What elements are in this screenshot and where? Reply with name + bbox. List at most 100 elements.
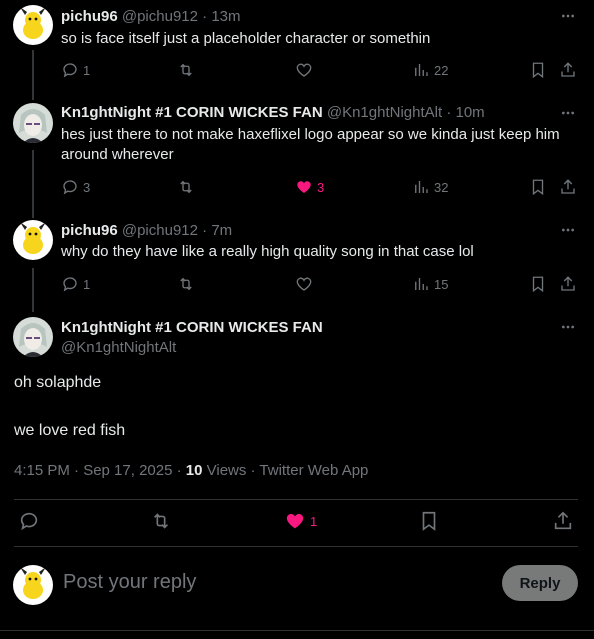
timestamp[interactable]: · 10m [446, 104, 484, 121]
post-text: so is face itself just a placeholder cha… [61, 30, 431, 47]
pichu-avatar-icon [13, 565, 53, 605]
handle[interactable]: @pichu912 [122, 8, 198, 25]
share-button[interactable] [559, 177, 577, 197]
composer-avatar[interactable] [13, 565, 53, 605]
pichu-avatar-icon [13, 220, 53, 260]
action-bar: 3 3 32 [61, 177, 581, 197]
view-count: 32 [434, 179, 449, 195]
views-count: 10 [185, 462, 203, 479]
repost-button[interactable] [150, 511, 172, 531]
post-timestamp[interactable]: 4:15 PM · Sep 17, 2025 · [14, 462, 186, 479]
views-button[interactable]: 15 [412, 274, 448, 294]
view-count: 15 [434, 276, 449, 292]
heart-filled-icon [295, 178, 313, 196]
knight-avatar-icon [13, 317, 53, 357]
display-name[interactable]: Kn1ghtNight #1 CORIN WICKES FAN [61, 319, 323, 336]
more-options-button[interactable] [558, 317, 578, 337]
share-icon [559, 178, 577, 196]
repost-button[interactable] [177, 274, 195, 294]
main-post-line: we love red fish [14, 422, 126, 439]
share-button[interactable] [552, 511, 574, 531]
repost-button[interactable] [177, 60, 195, 80]
reply-count: 1 [83, 62, 91, 78]
share-button[interactable] [559, 274, 577, 294]
avatar[interactable] [13, 220, 53, 260]
like-count: 1 [310, 513, 318, 529]
display-name[interactable]: pichu96 [61, 222, 118, 239]
reply-input[interactable]: Post your reply [63, 571, 196, 594]
bookmark-button[interactable] [418, 511, 440, 531]
thread-line [32, 150, 34, 218]
handle[interactable]: @pichu912 [122, 222, 198, 239]
repost-icon [177, 275, 195, 293]
action-bar: 1 22 [61, 60, 581, 80]
handle[interactable]: @Kn1ghtNightAlt [61, 339, 176, 356]
reply-button[interactable] [18, 511, 40, 531]
post-meta: 4:15 PM · Sep 17, 2025 · 10 Views · Twit… [14, 462, 368, 479]
reply-button[interactable]: 3 [61, 177, 90, 197]
bookmark-button[interactable] [529, 177, 547, 197]
more-options-button[interactable] [558, 220, 578, 240]
more-icon [560, 319, 576, 335]
display-name[interactable]: Kn1ghtNight #1 CORIN WICKES FAN [61, 104, 323, 121]
avatar[interactable] [13, 5, 53, 45]
views-icon [412, 61, 430, 79]
pichu-avatar-icon [13, 5, 53, 45]
more-options-button[interactable] [558, 103, 578, 123]
avatar[interactable] [13, 317, 53, 357]
share-icon [559, 275, 577, 293]
post-text: why do they have like a really high qual… [61, 243, 474, 260]
heart-filled-icon [284, 510, 306, 532]
handle[interactable]: @Kn1ghtNightAlt [327, 104, 442, 121]
divider [14, 546, 578, 547]
divider [14, 499, 578, 500]
reply-button[interactable]: 1 [61, 274, 90, 294]
timestamp[interactable]: · 13m [202, 8, 240, 25]
like-button[interactable]: 1 [284, 511, 317, 531]
main-action-bar: 1 [14, 508, 578, 536]
like-button[interactable] [295, 274, 313, 294]
more-icon [560, 105, 576, 121]
views-icon [412, 275, 430, 293]
post-header: pichu96 @pichu912 · 7m [61, 222, 232, 239]
reply-count: 3 [83, 179, 91, 195]
repost-button[interactable] [177, 177, 195, 197]
repost-icon [177, 178, 195, 196]
knight-avatar-icon [13, 103, 53, 143]
heart-icon [295, 61, 313, 79]
avatar[interactable] [13, 103, 53, 143]
repost-icon [150, 510, 172, 532]
reply-button[interactable]: Reply [502, 565, 578, 601]
bookmark-icon [529, 178, 547, 196]
thread-line [32, 268, 34, 312]
like-button[interactable]: 3 [295, 177, 324, 197]
main-post-name: Kn1ghtNight #1 CORIN WICKES FAN [61, 319, 323, 336]
reply-icon [61, 275, 79, 293]
views-button[interactable]: 22 [412, 60, 448, 80]
reply-button[interactable]: 1 [61, 60, 90, 80]
repost-icon [177, 61, 195, 79]
main-post-handle: @Kn1ghtNightAlt [61, 339, 176, 356]
bookmark-button[interactable] [529, 60, 547, 80]
bookmark-icon [529, 275, 547, 293]
divider [0, 630, 594, 631]
bookmark-button[interactable] [529, 274, 547, 294]
reply-count: 1 [83, 276, 91, 292]
views-button[interactable]: 32 [412, 177, 448, 197]
views-source: Views · Twitter Web App [202, 462, 369, 479]
timestamp[interactable]: · 7m [202, 222, 232, 239]
display-name[interactable]: pichu96 [61, 8, 118, 25]
views-icon [412, 178, 430, 196]
share-icon [559, 61, 577, 79]
post-header: pichu96 @pichu912 · 13m [61, 8, 241, 25]
bookmark-icon [418, 510, 440, 532]
heart-icon [295, 275, 313, 293]
reply-icon [61, 61, 79, 79]
like-button[interactable] [295, 60, 313, 80]
main-post-line: oh solaphde [14, 374, 102, 391]
share-button[interactable] [559, 60, 577, 80]
reply-icon [61, 178, 79, 196]
more-options-button[interactable] [558, 6, 578, 26]
like-count: 3 [317, 179, 325, 195]
thread-line [32, 50, 34, 100]
